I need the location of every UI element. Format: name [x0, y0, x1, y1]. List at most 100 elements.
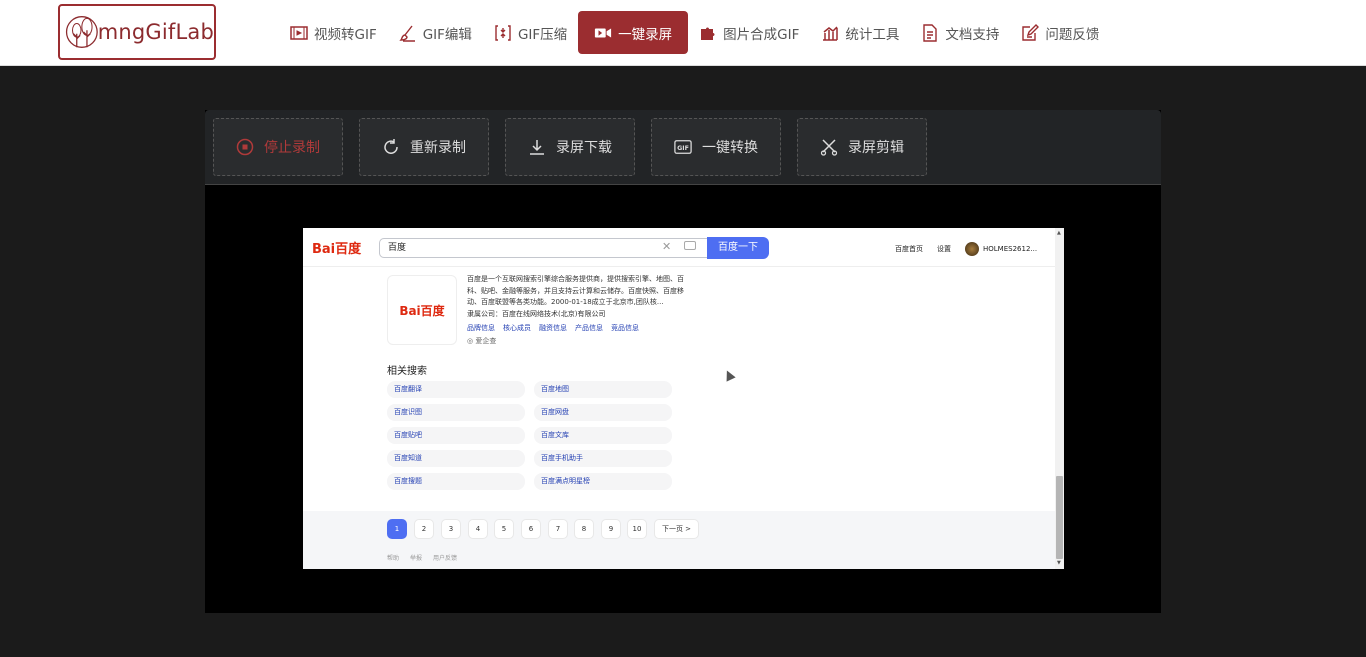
button-label: 一键转换: [702, 140, 758, 156]
baidu-top-links: 百度首页 设置 HOLMES2612...: [895, 242, 1037, 256]
logo-text: mngGifLab: [97, 20, 214, 44]
desc-line: 科、贴吧、金融等服务，并且支持云计算和云储存。百度快照、百度移: [467, 286, 684, 295]
nav-gif-compress[interactable]: GIF压缩: [483, 11, 578, 54]
related-item[interactable]: 百度文库: [534, 427, 672, 444]
logo[interactable]: mngGifLab: [58, 4, 216, 60]
nav-images-to-gif[interactable]: 图片合成GIF: [688, 11, 810, 54]
edit-recording-button[interactable]: 录屏剪辑: [797, 118, 927, 176]
footer-link[interactable]: 用户反馈: [433, 553, 457, 562]
nav-stats-tools[interactable]: 统计工具: [810, 11, 910, 54]
edit-icon: [1021, 23, 1040, 42]
recorder-panel: 停止录制 重新录制 录屏下载 GIF 一键转换 录屏剪辑 Bai百度 百度 ✕ …: [205, 110, 1161, 613]
stop-recording-button[interactable]: 停止录制: [213, 118, 343, 176]
footer-link[interactable]: 举报: [410, 553, 422, 562]
camera-icon[interactable]: [684, 241, 696, 250]
card-link[interactable]: 竞品信息: [611, 323, 639, 333]
related-item[interactable]: 百度识图: [387, 404, 525, 421]
download-icon: [528, 138, 546, 156]
nav-label: 图片合成GIF: [723, 26, 800, 43]
baidu-logo: Bai百度: [312, 238, 361, 257]
desc-line: 隶属公司：百度在线网络技术(北京)有限公司: [467, 309, 606, 318]
aiqi-text: 爱企查: [475, 337, 497, 345]
close-icon[interactable]: ✕: [662, 240, 671, 253]
restart-recording-button[interactable]: 重新录制: [359, 118, 489, 176]
card-link[interactable]: 融资信息: [539, 323, 567, 333]
page-button[interactable]: 6: [521, 519, 541, 539]
footer-link[interactable]: 帮助: [387, 553, 399, 562]
recording-preview: Bai百度 百度 ✕ 百度一下 百度首页 设置 HOLMES2612... Ba…: [303, 228, 1064, 569]
related-item[interactable]: 百度网盘: [534, 404, 672, 421]
page-button[interactable]: 2: [414, 519, 434, 539]
svg-text:GIF: GIF: [677, 145, 689, 152]
nav-feedback[interactable]: 问题反馈: [1010, 11, 1110, 54]
compress-icon: [494, 24, 512, 42]
refresh-icon: [382, 138, 400, 156]
button-label: 停止录制: [264, 140, 320, 156]
brush-icon: [399, 24, 417, 42]
desc-line: 动、百度联盟等各类功能。2000-01-18成立于北京市,团队核...: [467, 298, 664, 306]
card-link[interactable]: 产品信息: [575, 323, 603, 333]
card-link[interactable]: 品牌信息: [467, 323, 495, 333]
main-nav: 视频转GIF GIF编辑 GIF压缩 一键录屏 图片合成GIF 统计工具 文档支…: [279, 11, 1110, 54]
page-button[interactable]: 4: [468, 519, 488, 539]
related-item[interactable]: 百度地图: [534, 381, 672, 398]
nav-label: 文档支持: [945, 26, 1000, 43]
top-header: mngGifLab 视频转GIF GIF编辑 GIF压缩 一键录屏 图片合成GI…: [0, 0, 1366, 66]
nav-docs[interactable]: 文档支持: [910, 11, 1010, 54]
nav-label: 统计工具: [845, 26, 900, 43]
stop-circle-icon: [236, 138, 254, 156]
username: HOLMES2612...: [983, 245, 1038, 253]
page-button[interactable]: 7: [548, 519, 568, 539]
scroll-up-icon[interactable]: ▲: [1057, 230, 1061, 236]
aiqi-label: ◎ 爱企查: [467, 337, 497, 345]
baidu-search-input[interactable]: 百度: [379, 238, 709, 258]
related-item[interactable]: 百度搜题: [387, 473, 525, 490]
related-search-title: 相关搜索: [387, 366, 427, 377]
film-icon: [290, 24, 308, 42]
page-button[interactable]: 5: [494, 519, 514, 539]
avatar: [965, 242, 979, 256]
card-link[interactable]: 核心成员: [503, 323, 531, 333]
button-label: 录屏剪辑: [848, 140, 904, 156]
button-label: 重新录制: [410, 140, 466, 156]
user-menu[interactable]: HOLMES2612...: [965, 242, 1037, 256]
desc-line: 百度是一个互联网搜索引擎综合服务提供商，提供搜索引擎、地图、百: [467, 275, 684, 283]
page-button[interactable]: 8: [574, 519, 594, 539]
nav-label: GIF压缩: [517, 26, 568, 43]
nav-label: 一键录屏: [618, 26, 673, 43]
download-recording-button[interactable]: 录屏下载: [505, 118, 635, 176]
related-item[interactable]: 百度翻译: [387, 381, 525, 398]
puzzle-icon: [699, 24, 717, 42]
recorder-toolbar: 停止录制 重新录制 录屏下载 GIF 一键转换 录屏剪辑: [205, 110, 1161, 185]
related-item[interactable]: 百度满点明星榜: [534, 473, 672, 490]
page-button[interactable]: 10: [627, 519, 647, 539]
nav-label: 问题反馈: [1045, 26, 1100, 43]
baidu-settings-link[interactable]: 设置: [937, 244, 951, 254]
baidu-topbar: Bai百度 百度 ✕ 百度一下 百度首页 设置 HOLMES2612...: [303, 228, 1055, 267]
page-button[interactable]: 3: [441, 519, 461, 539]
tree-logo-icon: [65, 16, 98, 48]
nav-screen-record[interactable]: 一键录屏: [578, 11, 689, 54]
page-button[interactable]: 1: [387, 519, 407, 539]
nav-gif-edit[interactable]: GIF编辑: [388, 11, 483, 54]
baidu-search-button[interactable]: 百度一下: [707, 237, 769, 259]
document-icon: [921, 23, 939, 42]
scroll-thumb[interactable]: [1056, 476, 1063, 559]
page-button[interactable]: 9: [601, 519, 621, 539]
related-item[interactable]: 百度手机助手: [534, 450, 672, 467]
baidu-card-logo[interactable]: Bai百度: [387, 275, 457, 345]
baidu-home-link[interactable]: 百度首页: [895, 244, 923, 254]
scroll-down-icon[interactable]: ▼: [1057, 560, 1061, 566]
next-page-button[interactable]: 下一页 >: [654, 519, 699, 539]
scrollbar[interactable]: ▲ ▼: [1055, 228, 1064, 569]
baidu-logo-text: Bai百度: [312, 242, 362, 257]
nav-video-to-gif[interactable]: 视频转GIF: [279, 11, 388, 54]
nav-label: 视频转GIF: [314, 26, 377, 43]
button-label: 录屏下载: [556, 140, 612, 156]
convert-gif-button[interactable]: GIF 一键转换: [651, 118, 781, 176]
related-item[interactable]: 百度贴吧: [387, 427, 525, 444]
video-camera-icon: [594, 24, 612, 42]
baidu-card-links: 品牌信息 核心成员 融资信息 产品信息 竞品信息: [467, 323, 639, 333]
chart-icon: [821, 24, 839, 42]
related-item[interactable]: 百度知道: [387, 450, 525, 467]
